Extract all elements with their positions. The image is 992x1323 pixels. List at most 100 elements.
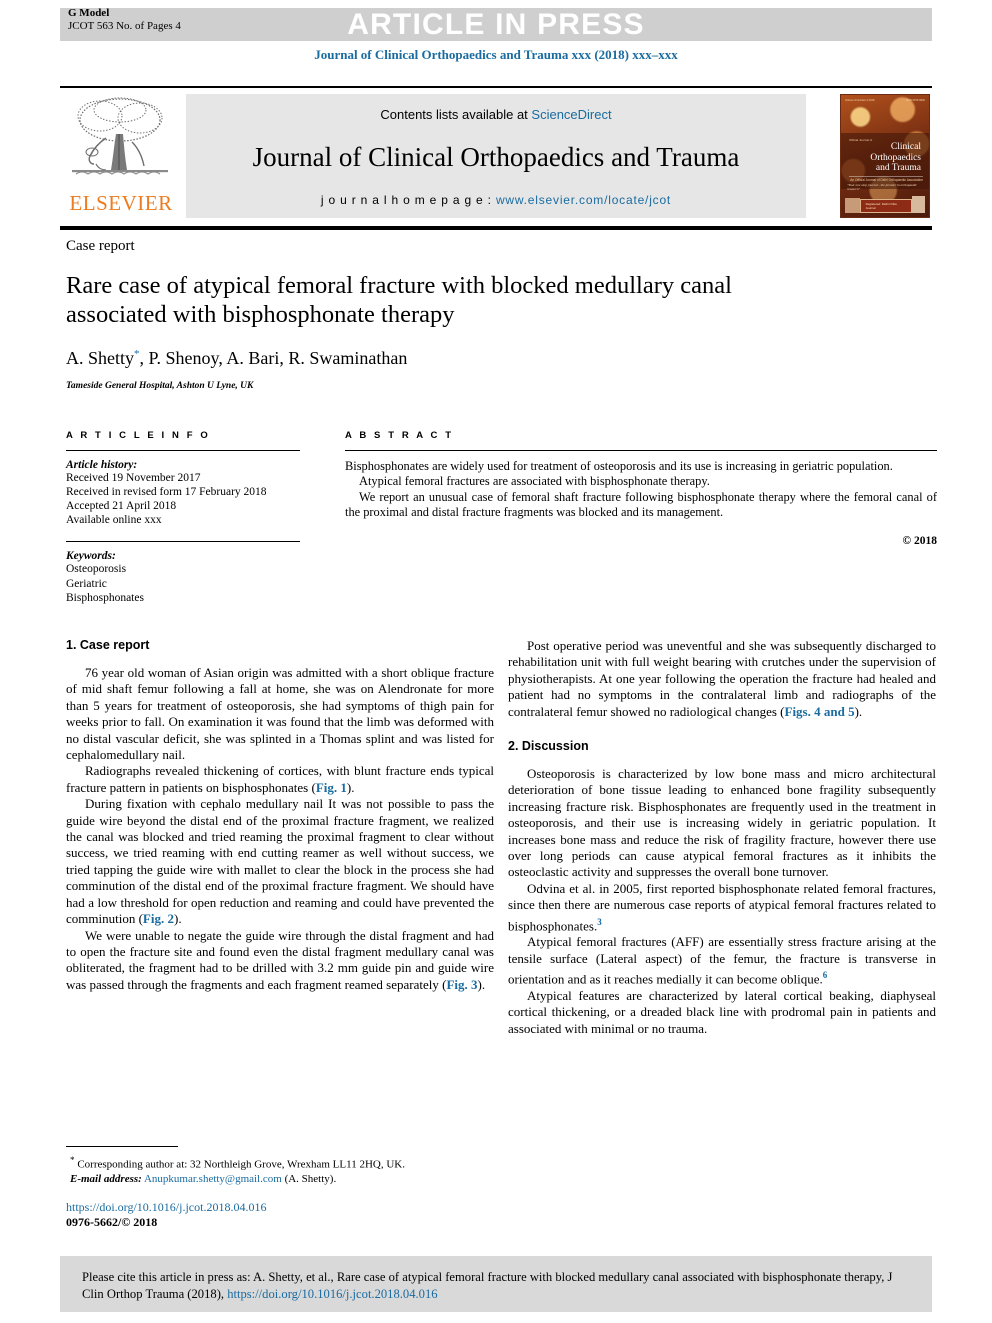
section-heading-case-report: 1. Case report xyxy=(66,638,150,652)
abstract-copyright: © 2018 xyxy=(902,534,937,547)
homepage-url-link[interactable]: www.elsevier.com/locate/jcot xyxy=(496,193,671,207)
figure-link-3[interactable]: Fig. 3 xyxy=(446,977,477,992)
paragraph-text: Radiographs revealed thickening of corti… xyxy=(66,763,494,795)
section-heading-discussion: 2. Discussion xyxy=(508,739,589,754)
g-model-block: G Model JCOT 563 No. of Pages 4 xyxy=(68,7,181,32)
citation-footer-text: Please cite this article in press as: A.… xyxy=(60,1256,932,1303)
figure-link-1[interactable]: Fig. 1 xyxy=(316,780,347,795)
paragraph-text: Odvina et al. in 2005, first reported bi… xyxy=(508,880,936,934)
paragraph-case-3: During fixation with cephalo medullary n… xyxy=(66,796,494,927)
keywords-divider xyxy=(66,541,300,542)
paragraph-text-tail: ). xyxy=(346,779,355,795)
keywords-block: Keywords: Osteoporosis Geriatric Bisphos… xyxy=(66,541,300,606)
cover-elsevier-mark-icon xyxy=(845,198,860,213)
abstract-paragraph: Bisphosphonates are widely used for trea… xyxy=(345,459,893,473)
g-model-pages: JCOT 563 No. of Pages 4 xyxy=(68,19,181,32)
citation-ref-3[interactable]: 3 xyxy=(597,917,602,927)
masthead-center: Contents lists available at ScienceDirec… xyxy=(186,94,806,218)
figure-link-4-5[interactable]: Figs. 4 and 5 xyxy=(785,704,855,719)
body-column-right: Post operative period was uneventful and… xyxy=(508,638,936,1037)
masthead-divider xyxy=(60,226,932,230)
email-owner: (A. Shetty). xyxy=(284,1172,337,1185)
paragraph-text-tail: ). xyxy=(173,911,182,927)
abstract-block: A B S T R A C T Bisphosphonates are wide… xyxy=(345,430,937,547)
article-history-label: Article history: xyxy=(66,459,138,471)
paragraph-discussion-1: Osteoporosis is characterized by low bon… xyxy=(508,766,936,880)
cover-issn-label: ISSN 0976-5662 xyxy=(905,99,925,102)
journal-masthead: ELSEVIER Contents lists available at Sci… xyxy=(60,86,932,220)
cover-title-band: Official Journal of Clinical Orthopaedic… xyxy=(841,133,929,189)
history-received: Received 19 November 2017 xyxy=(66,472,201,484)
paragraph-post-op: Post operative period was uneventful and… xyxy=(508,638,936,720)
history-accepted: Accepted 21 April 2018 xyxy=(66,500,177,512)
article-in-press-label: ARTICLE IN PRESS xyxy=(347,8,645,41)
paragraph-case-2: Radiographs revealed thickening of corti… xyxy=(66,763,494,796)
history-available-online: Available online xxx xyxy=(66,514,162,526)
article-info-block: A R T I C L E I N F O Article history: R… xyxy=(66,430,300,606)
cover-title-line1: Clinical Orthopaedics xyxy=(870,142,921,163)
affiliation: Tameside General Hospital, Ashton U Lyne… xyxy=(66,381,254,391)
keyword-item: Bisphosphonates xyxy=(66,592,144,604)
keyword-item: Osteoporosis xyxy=(66,563,127,575)
elsevier-logo: ELSEVIER xyxy=(62,94,180,218)
cover-top-row: Volume 9 Number 2 2018 ISSN 0976-5662 xyxy=(845,99,925,102)
journal-title: Journal of Clinical Orthopaedics and Tra… xyxy=(252,142,740,172)
abstract-heading: A B S T R A C T xyxy=(345,430,454,441)
sciencedirect-link[interactable]: ScienceDirect xyxy=(531,107,611,122)
article-info-divider xyxy=(66,450,300,451)
abstract-divider xyxy=(345,450,937,451)
article-in-press-banner: ARTICLE IN PRESS xyxy=(60,8,932,41)
page-title: Rare case of atypical femoral fracture w… xyxy=(66,272,732,328)
article-type-kicker: Case report xyxy=(66,238,135,254)
g-model-label: G Model xyxy=(68,7,110,19)
corresponding-author-footnote: * Corresponding author at: 32 Northleigh… xyxy=(66,1146,494,1186)
cover-quote: "Your one stop journal - the premier in … xyxy=(847,183,917,191)
author-list: A. Shetty*, P. Shenoy, A. Bari, R. Swami… xyxy=(66,348,932,369)
footnote-rule xyxy=(66,1146,178,1147)
title-block: Case report Rare case of atypical femora… xyxy=(66,238,932,391)
body-column-left: 1. Case report 76 year old woman of Asia… xyxy=(66,638,494,993)
footnote-address: * Corresponding author at: 32 Northleigh… xyxy=(66,1153,494,1172)
paragraph-discussion-2: Odvina et al. in 2005, first reported bi… xyxy=(508,881,936,935)
article-info-heading: A R T I C L E I N F O xyxy=(66,430,211,441)
paragraph-discussion-3: Atypical femoral fractures (AFF) are ess… xyxy=(508,934,936,988)
email-address-label: E-mail address: xyxy=(70,1172,142,1185)
author-others: , P. Shenoy, A. Bari, R. Swaminathan xyxy=(139,348,408,368)
paragraph-case-1: 76 year old woman of Asian origin was ad… xyxy=(66,665,494,763)
citation-ref-6[interactable]: 6 xyxy=(823,970,828,980)
elsevier-wordmark: ELSEVIER xyxy=(69,191,173,215)
footnote-marker: * xyxy=(70,1155,75,1165)
paragraph-text: Atypical femoral fractures (AFF) are ess… xyxy=(508,934,936,987)
keyword-item: Geriatric xyxy=(66,577,107,590)
doi-issn-block: https://doi.org/10.1016/j.jcot.2018.04.0… xyxy=(66,1200,494,1230)
paragraph-text-tail: ). xyxy=(854,703,863,719)
abstract-paragraph: We report an unusual case of femoral sha… xyxy=(345,489,937,520)
doi-link[interactable]: https://doi.org/10.1016/j.jcot.2018.04.0… xyxy=(66,1200,494,1215)
keywords-label: Keywords: xyxy=(66,550,116,562)
cover-bottom-row: Registered: Delhi Ortho Journal xyxy=(845,196,925,213)
cover-volume-label: Volume 9 Number 2 2018 xyxy=(845,99,875,102)
issn-copyright: 0976-5662/© 2018 xyxy=(66,1215,158,1229)
homepage-label: j o u r n a l h o m e p a g e : xyxy=(320,193,496,207)
paragraph-text-tail: ). xyxy=(477,976,486,992)
citation-text: Please cite this article in press as: A.… xyxy=(82,1270,893,1301)
footnote-address-text: Corresponding author at: 32 Northleigh G… xyxy=(77,1158,405,1171)
paragraph-text: During fixation with cephalo medullary n… xyxy=(66,796,494,927)
contents-line: Contents lists available at ScienceDirec… xyxy=(186,107,806,122)
author-first: A. Shetty xyxy=(66,348,135,368)
paragraph-discussion-4: Atypical features are characterized by l… xyxy=(508,987,936,1036)
paragraph-text: Post operative period was uneventful and… xyxy=(508,638,936,719)
journal-homepage-line: j o u r n a l h o m e p a g e : www.else… xyxy=(186,193,806,207)
elsevier-tree-icon xyxy=(72,97,168,175)
citation-doi-link[interactable]: https://doi.org/10.1016/j.jcot.2018.04.0… xyxy=(227,1287,437,1301)
cover-subtitle: An Official Journal of Delhi Orthopaedic… xyxy=(849,175,923,182)
citation-footer-box: Please cite this article in press as: A.… xyxy=(60,1256,932,1312)
article-page: ARTICLE IN PRESS G Model JCOT 563 No. of… xyxy=(0,0,992,1323)
cover-pill-label: Registered: Delhi Ortho Journal xyxy=(859,199,913,213)
email-link[interactable]: Anupkumar.shetty@gmail.com xyxy=(144,1173,282,1185)
running-head: Journal of Clinical Orthopaedics and Tra… xyxy=(314,47,678,62)
figure-link-2[interactable]: Fig. 2 xyxy=(143,911,174,926)
cover-title-line2: and Trauma xyxy=(875,163,921,173)
history-revised: Received in revised form 17 February 201… xyxy=(66,486,267,498)
footnote-email: E-mail address: Anupkumar.shetty@gmail.c… xyxy=(66,1172,494,1186)
